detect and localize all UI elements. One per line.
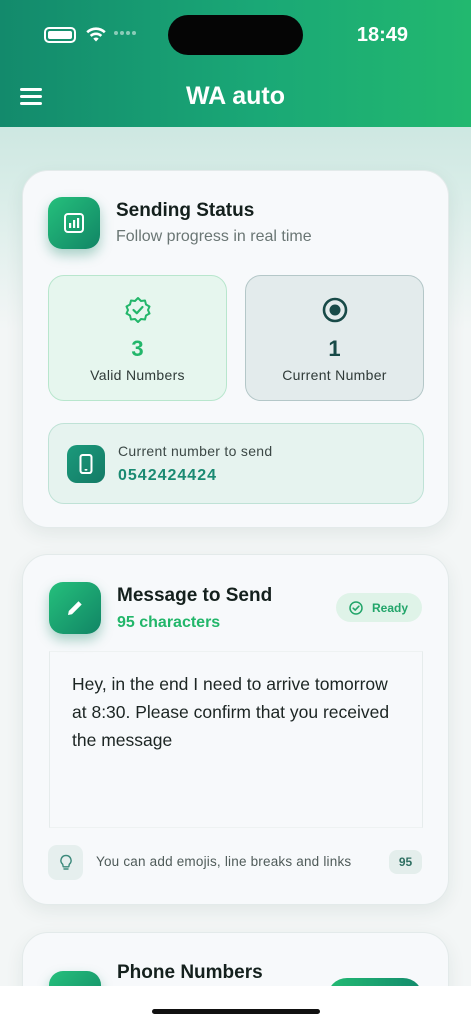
dynamic-island: [168, 15, 303, 55]
sending-status-subtitle: Follow progress in real time: [116, 228, 312, 245]
message-tip-text: You can add emojis, line breaks and link…: [96, 854, 352, 869]
radio-target-icon: [322, 297, 347, 323]
lightbulb-icon: [48, 845, 83, 880]
ready-badge-label: Ready: [372, 600, 409, 615]
sending-status-title: Sending Status: [116, 200, 255, 221]
bottom-safe-area: [0, 986, 471, 1024]
smartphone-icon: [67, 445, 105, 483]
app-title: WA auto: [185, 82, 286, 110]
pencil-icon: [49, 582, 101, 634]
chart-icon: [48, 197, 100, 249]
battery-icon: [44, 27, 76, 43]
current-number-label: Current Number: [282, 367, 387, 383]
valid-numbers-stat[interactable]: 3 Valid Numbers: [48, 275, 227, 401]
phone-numbers-title: Phone Numbers: [117, 962, 263, 983]
current-number-stat[interactable]: 1 Current Number: [245, 275, 424, 401]
wifi-icon: [86, 27, 106, 42]
current-number-value: 0542424424: [118, 467, 217, 484]
message-title: Message to Send: [117, 585, 273, 606]
current-number-box: Current number to send 0542424424: [48, 423, 424, 504]
check-circle-icon: [349, 600, 363, 615]
verified-badge-icon: [125, 297, 150, 323]
sending-status-card: Sending Status Follow progress in real t…: [22, 170, 449, 528]
current-number-to-send-label: Current number to send: [118, 443, 273, 459]
signal-icon: [114, 31, 138, 37]
message-textarea[interactable]: Hey, in the end I need to arrive tomorro…: [49, 651, 423, 828]
current-number-count: 1: [328, 336, 341, 361]
home-indicator[interactable]: [152, 1009, 320, 1014]
valid-numbers-count: 3: [131, 336, 144, 361]
message-char-subtitle: 95 characters: [117, 614, 221, 631]
status-time: 18:49: [356, 24, 408, 46]
message-card: Message to Send 95 characters Ready Hey,…: [22, 554, 449, 905]
valid-numbers-label: Valid Numbers: [90, 367, 185, 383]
ready-badge: Ready: [336, 593, 422, 622]
char-count-pill: 95: [389, 850, 422, 874]
app-header: 18:49 WA auto: [0, 0, 471, 127]
